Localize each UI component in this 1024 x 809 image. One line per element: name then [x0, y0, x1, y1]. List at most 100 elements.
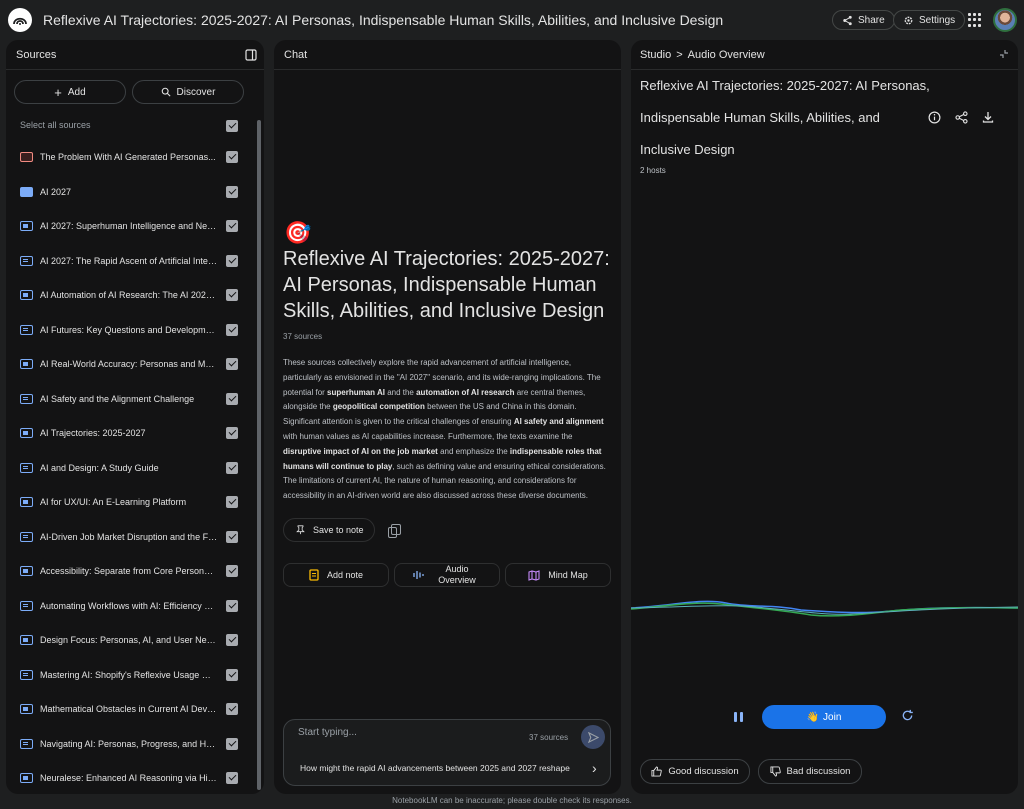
- pause-button[interactable]: [734, 710, 748, 724]
- add-source-button[interactable]: + Add: [14, 80, 126, 104]
- send-button[interactable]: [581, 725, 605, 749]
- source-count: 37 sources: [283, 332, 323, 341]
- source-item-label: Automating Workflows with AI: Efficiency…: [40, 600, 218, 611]
- copy-icon[interactable]: [388, 524, 401, 538]
- collapse-icon[interactable]: [999, 49, 1009, 59]
- suggested-question[interactable]: How might the rapid AI advancements betw…: [300, 763, 580, 773]
- doc-icon: [20, 428, 33, 438]
- source-item[interactable]: Mathematical Obstacles in Current AI Dev…: [20, 701, 240, 717]
- source-item-label: AI 2027: Superhuman Intelligence and Nea…: [40, 221, 218, 231]
- breadcrumb-studio[interactable]: Studio: [640, 49, 671, 61]
- collapse-panel-icon[interactable]: [245, 49, 257, 61]
- source-item[interactable]: AI Real-World Accuracy: Personas and Mod…: [20, 356, 240, 372]
- source-checkbox[interactable]: [226, 185, 238, 198]
- avatar[interactable]: [993, 8, 1017, 32]
- source-checkbox[interactable]: [226, 599, 238, 612]
- add-note-button[interactable]: Add note: [283, 563, 389, 587]
- source-checkbox[interactable]: [226, 530, 238, 543]
- source-item-label: Neuralese: Enhanced AI Reasoning via Hig…: [40, 773, 218, 783]
- breadcrumb-separator: >: [676, 49, 683, 61]
- source-item-label: AI-Driven Job Market Disruption and the …: [40, 531, 218, 542]
- notebook-title[interactable]: Reflexive AI Trajectories: 2025-2027: AI…: [43, 12, 723, 28]
- source-item[interactable]: AI for UX/UI: An E-Learning Platform: [20, 494, 240, 510]
- source-checkbox[interactable]: [226, 358, 238, 370]
- source-checkbox[interactable]: [226, 254, 238, 267]
- source-item[interactable]: Navigating AI: Personas, Progress, and H…: [20, 736, 240, 752]
- audio-actions: [927, 110, 995, 124]
- source-item[interactable]: The Problem With AI Generated Personas..…: [20, 149, 240, 165]
- sources-title: Sources: [16, 49, 57, 61]
- chat-panel: Chat 🎯 Reflexive AI Trajectories: 2025-2…: [274, 40, 621, 794]
- source-item-label: Accessibility: Separate from Core Person…: [40, 566, 218, 576]
- source-item[interactable]: AI Safety and the Alignment Challenge: [20, 391, 240, 407]
- map-icon: [528, 569, 540, 581]
- source-item[interactable]: Design Focus: Personas, AI, and User Nee…: [20, 632, 240, 648]
- download-icon[interactable]: [981, 110, 995, 124]
- source-checkbox[interactable]: [226, 392, 238, 405]
- notebooklm-logo-icon[interactable]: [8, 8, 32, 32]
- notebook-heading: Reflexive AI Trajectories: 2025-2027: AI…: [283, 248, 610, 322]
- source-checkbox[interactable]: [226, 427, 238, 439]
- source-item-label: AI for UX/UI: An E-Learning Platform: [40, 497, 187, 507]
- doc-icon: [20, 773, 33, 783]
- mind-map-button[interactable]: Mind Map: [505, 563, 611, 587]
- refresh-icon[interactable]: [901, 709, 914, 722]
- source-checkbox[interactable]: [226, 634, 238, 646]
- source-item-label: AI and Design: A Study Guide: [40, 462, 159, 473]
- source-item[interactable]: AI Trajectories: 2025-2027: [20, 425, 240, 441]
- audio-waveform: [631, 600, 1018, 617]
- select-all-checkbox[interactable]: [226, 120, 238, 132]
- source-checkbox[interactable]: [226, 496, 238, 508]
- source-checkbox[interactable]: [226, 772, 238, 784]
- audio-overview-title: Reflexive AI Trajectories: 2025-2027: AI…: [640, 78, 930, 157]
- source-checkbox[interactable]: [226, 461, 238, 474]
- join-button[interactable]: 👋 Join: [762, 705, 886, 729]
- web-icon: [20, 186, 33, 197]
- top-bar: Reflexive AI Trajectories: 2025-2027: AI…: [0, 0, 1024, 40]
- audio-overview-button[interactable]: Audio Overview: [394, 563, 500, 587]
- share-audio-icon[interactable]: [954, 110, 968, 124]
- share-button[interactable]: Share: [832, 10, 895, 30]
- studio-header: Studio > Audio Overview: [631, 40, 1018, 70]
- source-item[interactable]: AI 2027: The Rapid Ascent of Artificial …: [20, 253, 240, 269]
- source-item-label: AI Real-World Accuracy: Personas and Mod…: [40, 359, 218, 369]
- source-item[interactable]: AI and Design: A Study Guide: [20, 460, 240, 476]
- audio-wave-icon: [413, 571, 424, 579]
- info-icon[interactable]: [927, 110, 941, 124]
- source-item[interactable]: AI Futures: Key Questions and Developmen…: [20, 322, 240, 338]
- source-item[interactable]: Automating Workflows with AI: Efficiency…: [20, 598, 240, 614]
- notebook-emoji: 🎯: [284, 220, 312, 245]
- source-item[interactable]: Accessibility: Separate from Core Person…: [20, 563, 240, 579]
- settings-button[interactable]: Settings: [893, 10, 966, 30]
- source-item[interactable]: AI 2027: Superhuman Intelligence and Nea…: [20, 218, 240, 234]
- good-discussion-button[interactable]: Good discussion: [640, 759, 750, 784]
- discover-button[interactable]: Discover: [132, 80, 244, 104]
- source-checkbox[interactable]: [226, 289, 238, 301]
- thumbs-down-icon: [770, 766, 781, 777]
- audio-overview-label: Audio Overview: [438, 564, 476, 585]
- apps-grid-icon[interactable]: [968, 13, 982, 27]
- sources-scrollbar[interactable]: [257, 120, 261, 790]
- source-checkbox[interactable]: [226, 737, 238, 750]
- source-checkbox[interactable]: [226, 565, 238, 577]
- discover-label: Discover: [176, 86, 216, 98]
- source-item[interactable]: AI 2027: [20, 184, 240, 200]
- bad-discussion-button[interactable]: Bad discussion: [758, 759, 862, 784]
- source-item[interactable]: Neuralese: Enhanced AI Reasoning via Hig…: [20, 770, 240, 786]
- source-checkbox[interactable]: [226, 668, 238, 681]
- chevron-right-icon[interactable]: ›: [592, 760, 597, 776]
- source-checkbox[interactable]: [226, 151, 238, 163]
- source-item[interactable]: AI Automation of AI Research: The AI 202…: [20, 287, 240, 303]
- save-to-note-button[interactable]: Save to note: [283, 518, 375, 542]
- share-label: Share: [858, 14, 885, 26]
- source-item[interactable]: AI-Driven Job Market Disruption and the …: [20, 529, 240, 545]
- doc-icon: [20, 324, 33, 335]
- plus-icon: +: [54, 84, 62, 100]
- good-discussion-label: Good discussion: [668, 766, 739, 777]
- source-item[interactable]: Mastering AI: Shopify's Reflexive Usage …: [20, 667, 240, 683]
- source-checkbox[interactable]: [226, 703, 238, 715]
- source-checkbox[interactable]: [226, 323, 238, 336]
- source-item-label: AI Trajectories: 2025-2027: [40, 428, 146, 438]
- chat-input[interactable]: Start typing... 37 sources How might the…: [283, 719, 611, 786]
- source-checkbox[interactable]: [226, 220, 238, 232]
